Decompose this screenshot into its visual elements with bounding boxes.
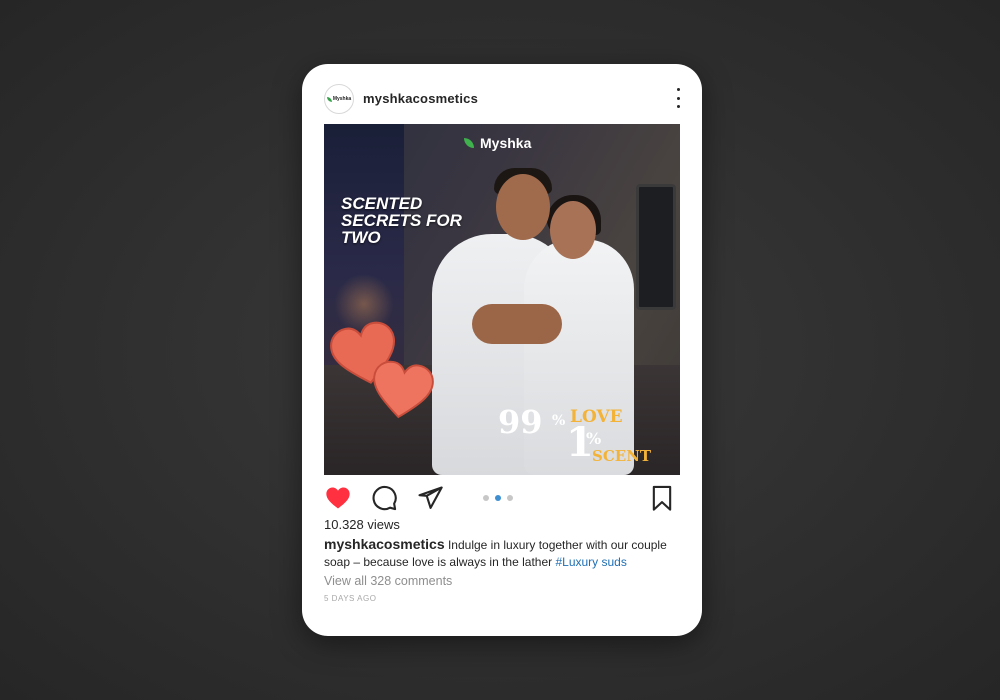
carousel-dot-active xyxy=(495,495,501,501)
mirror xyxy=(636,184,676,310)
heart-filled-icon[interactable] xyxy=(324,484,352,512)
carousel-indicator xyxy=(483,495,513,501)
promo-text: 99 % LOVE 1 % SCENT xyxy=(498,395,668,467)
comment-icon[interactable] xyxy=(370,484,398,512)
caption: myshkacosmetics Indulge in luxury togeth… xyxy=(324,536,684,571)
heart-soap-icon xyxy=(366,358,437,424)
carousel-dot xyxy=(507,495,513,501)
more-vertical-icon[interactable] xyxy=(672,88,684,108)
avatar-brand-text: Myshka xyxy=(332,96,352,102)
view-comments-link[interactable]: View all 328 comments xyxy=(324,574,452,588)
hashtag-link[interactable]: #Luxury suds xyxy=(555,555,626,569)
leaf-logo-icon xyxy=(326,96,332,102)
avatar[interactable]: Myshka xyxy=(324,84,354,114)
promo-scent: SCENT xyxy=(592,447,652,465)
carousel-dot xyxy=(483,495,489,501)
view-count: 10.328 views xyxy=(324,517,400,532)
paper-plane-icon[interactable] xyxy=(416,484,444,512)
promo-number-99: 99 xyxy=(498,403,543,441)
promo-percent: % xyxy=(586,429,602,448)
promo-percent: % xyxy=(552,413,566,429)
bookmark-icon[interactable] xyxy=(648,484,676,512)
brand-name: Myshka xyxy=(480,135,532,151)
post-card: Myshka myshkacosmetics Myshka Scented Se… xyxy=(302,64,702,636)
post-timestamp: 5 DAYS AGO xyxy=(324,594,377,603)
username[interactable]: myshkacosmetics xyxy=(363,91,478,106)
post-image[interactable]: Myshka Scented Secrets for Two 99 % LOVE… xyxy=(324,124,680,475)
caption-username[interactable]: myshkacosmetics xyxy=(324,536,445,552)
action-bar xyxy=(324,484,680,514)
woman-face xyxy=(550,201,596,259)
brand-logo: Myshka xyxy=(464,135,531,151)
embracing-arms xyxy=(472,304,562,344)
man-face xyxy=(496,174,550,240)
leaf-logo-icon xyxy=(464,138,474,148)
post-header: Myshka myshkacosmetics xyxy=(302,64,702,124)
